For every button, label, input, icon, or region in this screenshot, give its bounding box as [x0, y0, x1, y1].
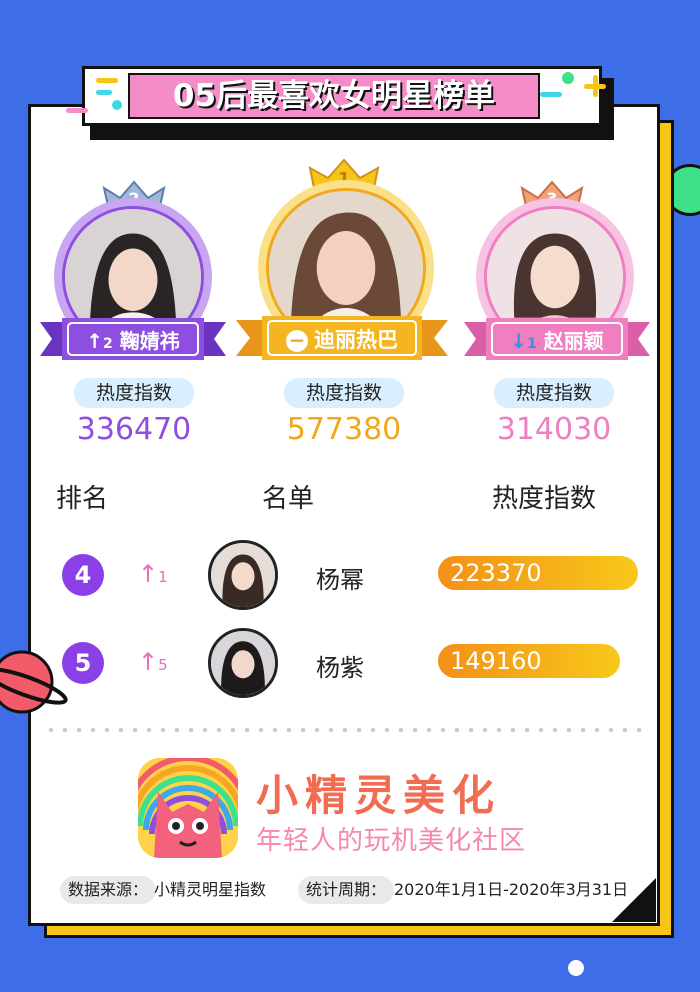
page-title: 05后最喜欢女明星榜单 — [172, 78, 496, 114]
source-value: 小精灵明星指数 — [154, 880, 267, 899]
trend-value: 2 — [103, 336, 113, 352]
cyan-bar-decoration — [96, 90, 112, 95]
celebrity-name: 鞠婧祎 — [119, 329, 180, 353]
cyan-dot-decoration — [112, 100, 122, 110]
period-value: 2020年1月1日-2020年3月31日 — [394, 880, 629, 899]
pink-bar-decoration — [66, 108, 88, 113]
header-rank: 排名 — [56, 484, 109, 514]
period-label: 统计周期： — [298, 876, 395, 904]
heat-bar: 223370 — [438, 556, 638, 590]
source-label: 数据来源： — [60, 876, 157, 904]
dotted-divider — [44, 728, 644, 732]
header-name: 名单 — [262, 484, 315, 514]
brand-slogan: 年轻人的玩机美化社区 — [256, 826, 527, 856]
heat-index-label: 热度指数 — [284, 378, 404, 408]
trend-value: 5 — [158, 656, 168, 674]
rank-badge: 5 — [62, 642, 104, 684]
heat-index-value: 336470 — [76, 412, 192, 447]
trend-value: 1 — [527, 336, 537, 352]
yellow-plus-vertical-decoration — [593, 75, 598, 97]
cyan-bar-right-decoration — [540, 92, 562, 97]
green-dot-decoration — [562, 72, 574, 84]
heat-index-value: 577380 — [286, 412, 402, 447]
celebrity-name: 杨紫 — [316, 654, 364, 682]
trend-up-icon: ↑ — [86, 329, 104, 353]
white-dot-decoration — [568, 960, 584, 976]
trend-up-icon: ↑1 — [138, 560, 168, 588]
brand-name: 小精灵美化 — [256, 771, 502, 820]
avatar — [208, 540, 278, 610]
heat-index-value: 314030 — [496, 412, 612, 447]
header-heat: 热度指数 — [492, 484, 597, 514]
heat-index-label: 热度指数 — [494, 378, 614, 408]
rank-badge: 4 — [62, 554, 104, 596]
name-ribbon-label: ↓1 赵丽颖 — [486, 320, 628, 362]
podium-rank-3: 3 ↓1 赵丽颖 热度指数 314030 — [462, 176, 652, 456]
podium-rank-2: 2 ↑2 鞠婧祎 热度指数 336470 — [40, 176, 230, 456]
trend-up-icon: ↑5 — [138, 648, 168, 676]
heat-index-label: 热度指数 — [74, 378, 194, 408]
avatar — [208, 628, 278, 698]
trend-down-icon: ↓ — [510, 329, 528, 353]
app-logo-icon — [138, 758, 238, 858]
heat-bar: 149160 — [438, 644, 620, 678]
yellow-bar-decoration — [96, 78, 118, 83]
podium-rank-1: 1 −迪丽热巴 热度指数 577380 — [236, 156, 456, 456]
celebrity-name: 杨幂 — [316, 566, 364, 594]
trend-value: 1 — [158, 568, 168, 586]
celebrity-name: 赵丽颖 — [543, 329, 604, 353]
planet-decoration — [0, 650, 68, 714]
name-ribbon-label: ↑2 鞠婧祎 — [62, 320, 204, 362]
trend-unchanged-icon: − — [286, 330, 308, 352]
celebrity-name: 迪丽热巴 — [314, 328, 398, 352]
name-ribbon-label: − 迪丽热巴 — [262, 318, 422, 362]
